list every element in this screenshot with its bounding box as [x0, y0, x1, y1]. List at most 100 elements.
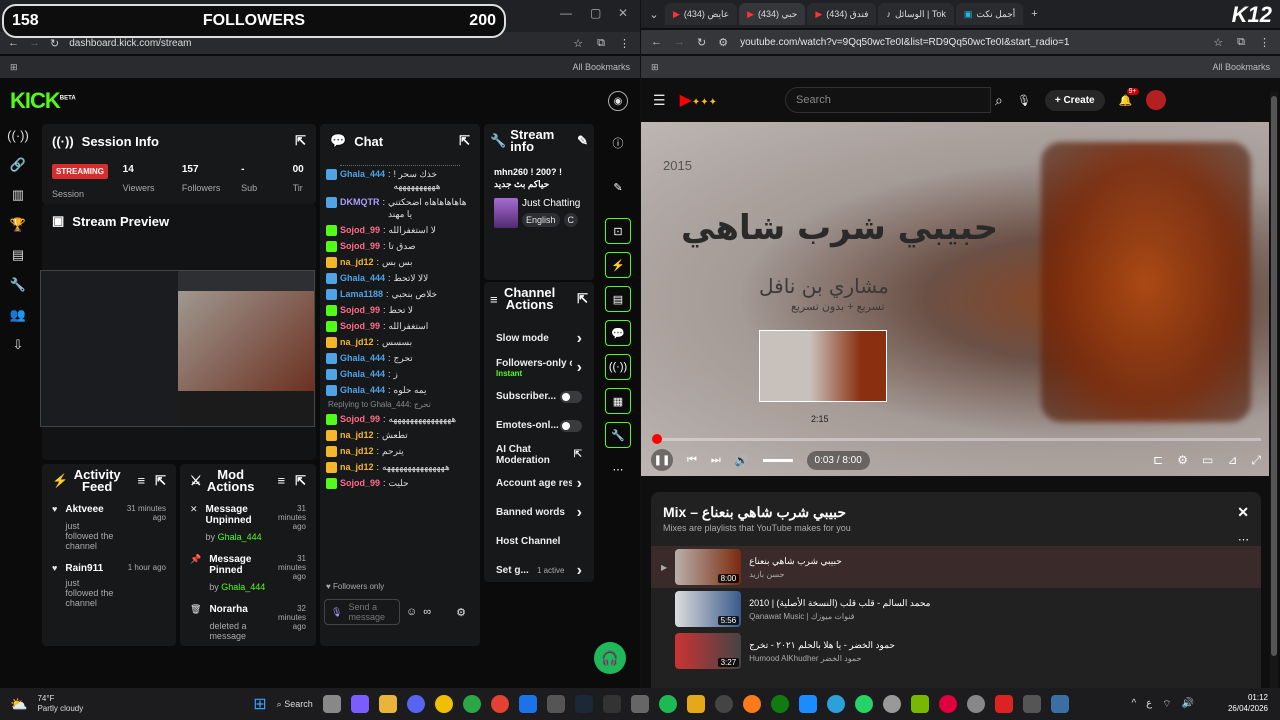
right-url[interactable]: youtube.com/watch?v=9Qq50wcTe0I&list=RD9… [740, 37, 1069, 48]
start-button[interactable]: ⊞ [253, 694, 266, 714]
channel-action-row[interactable]: Account age res › [484, 469, 594, 498]
popout-icon[interactable]: ⇱ [577, 291, 588, 307]
app-icon[interactable] [434, 695, 453, 713]
chat-username[interactable]: Ghala_444 [340, 352, 385, 364]
media-icon[interactable]: ▤ [12, 247, 24, 263]
menu-dots-icon[interactable]: ⋮ [1259, 36, 1270, 49]
playlist-item[interactable]: ▶ 8:00 حبيبي شرب شاهي بنعناع حسن بازيد [651, 546, 1261, 588]
share-icon[interactable]: ⋯ [605, 456, 631, 482]
browser-tab[interactable]: ▶ (434) فندق [807, 3, 877, 25]
obs-icon[interactable] [714, 695, 733, 713]
captions-icon[interactable]: ⊏ [1153, 453, 1163, 468]
chevron-right-icon[interactable]: › [577, 504, 582, 522]
menu-dots-icon[interactable]: ⋮ [619, 37, 630, 50]
apps-grid-icon[interactable]: ⊞ [10, 62, 18, 73]
close-window-button[interactable]: ✕ [618, 6, 628, 20]
spotify-icon[interactable] [658, 695, 677, 713]
edit-icon[interactable]: ✎ [577, 133, 588, 149]
channel-action-row[interactable]: Slow mode › [484, 324, 594, 353]
toggle-switch[interactable] [560, 419, 582, 432]
popout-icon[interactable]: ⇱ [459, 133, 470, 149]
mic-icon[interactable]: 🎙 [331, 607, 342, 618]
notifications-icon[interactable]: 🔔 9+ [1119, 87, 1139, 107]
channel-action-row[interactable]: Emotes-onl... [484, 411, 594, 440]
chat-username[interactable]: na_jd12 [340, 461, 374, 473]
reload-icon[interactable]: ↻ [697, 36, 706, 49]
chrome-icon[interactable] [490, 695, 509, 713]
link-icon[interactable]: 🔗 [10, 157, 26, 173]
app-icon[interactable] [630, 695, 649, 713]
channel-action-row[interactable]: Followers-only c Instant › [484, 353, 594, 382]
chat-username[interactable]: Ghala_444 [340, 272, 385, 284]
back-icon[interactable]: ← [651, 36, 662, 48]
network-icon[interactable]: ⌔ [1162, 698, 1171, 711]
nvidia-icon[interactable] [910, 695, 929, 713]
pause-button[interactable]: ❚❚ [651, 449, 673, 471]
site-info-icon[interactable]: ⚙ [718, 36, 728, 49]
channel-action-row[interactable]: Host Channel [484, 527, 594, 556]
playlist-item[interactable]: ▶ 5:56 محمد السالم - قلب قلب (النسخة الأ… [651, 588, 1261, 630]
app-icon[interactable] [1022, 695, 1041, 713]
new-tab-icon[interactable]: + [1031, 8, 1037, 20]
app-icon[interactable] [1050, 695, 1069, 713]
chevron-right-icon[interactable]: › [577, 562, 582, 580]
all-bookmarks[interactable]: All Bookmarks [1212, 62, 1270, 72]
chevron-right-icon[interactable]: › [577, 475, 582, 493]
channel-action-row[interactable]: Subscriber... [484, 382, 594, 411]
previous-button[interactable]: ⏮ [687, 454, 697, 467]
chat-username[interactable]: Sojod_99 [340, 320, 380, 332]
chat-username[interactable]: Sojod_99 [340, 304, 380, 316]
chat-username[interactable]: na_jd12 [340, 256, 374, 268]
miniplayer-icon[interactable]: ▭ [1202, 453, 1213, 468]
page-scrollbar[interactable] [1270, 92, 1278, 688]
copilot-icon[interactable] [350, 695, 369, 713]
app-icon[interactable] [882, 695, 901, 713]
search-icon[interactable]: ⌕ [995, 92, 1003, 109]
volume-icon[interactable]: 🔊 [735, 454, 749, 467]
kick-logo[interactable]: KICKBETA [10, 88, 76, 114]
account-avatar[interactable] [1146, 90, 1167, 110]
extensions-icon[interactable]: ⧉ [597, 37, 605, 50]
popout-icon[interactable]: ⇱ [295, 473, 306, 489]
info-icon[interactable]: ⓘ [605, 130, 631, 156]
scan-icon[interactable]: ⊡ [605, 218, 631, 244]
left-url[interactable]: dashboard.kick.com/stream [69, 38, 191, 49]
video-player[interactable]: 2015 حبيبي شرب شاهي مشاري بن نافل تسريع … [641, 122, 1269, 476]
headset-button[interactable]: 🎧 [594, 642, 626, 674]
filter-icon[interactable]: ≡ [138, 473, 146, 489]
chrome-icon[interactable] [462, 695, 481, 713]
telegram-icon[interactable] [826, 695, 845, 713]
app-icon[interactable] [798, 695, 817, 713]
chat-username[interactable]: Sojod_99 [340, 240, 380, 252]
taskbar-search[interactable]: ⌕ Search [277, 699, 313, 710]
chat-input[interactable]: 🎙 Send a message [324, 599, 400, 625]
settings-icon[interactable]: ⚙ [1177, 453, 1188, 468]
chat-bubble-icon[interactable]: 💬 [605, 320, 631, 346]
stack-icon[interactable]: ▦ [605, 388, 631, 414]
create-button[interactable]: + Create [1044, 89, 1105, 111]
broadcast-icon[interactable]: ((·)) [605, 354, 631, 380]
popout-icon[interactable]: ⇱ [155, 473, 166, 489]
emote-icon[interactable]: ☺ [406, 606, 417, 618]
bookmark-star-icon[interactable]: ☆ [1213, 36, 1223, 49]
download-icon[interactable]: ⇩ [13, 337, 24, 353]
xbox-icon[interactable] [770, 695, 789, 713]
chat-settings-icon[interactable]: ⚙ [456, 606, 466, 619]
steam-icon[interactable] [574, 695, 593, 713]
chevron-right-icon[interactable]: › [577, 359, 582, 377]
pencil-icon[interactable]: ✎ [605, 174, 631, 200]
mail-icon[interactable] [518, 695, 537, 713]
voice-search-icon[interactable]: 🎙 [1017, 94, 1031, 107]
minimize-button[interactable]: — [560, 6, 572, 20]
stream-icon[interactable]: ((·)) [7, 128, 29, 143]
app-icon[interactable] [994, 695, 1013, 713]
more-options-icon[interactable]: ⋯ [651, 533, 1261, 546]
chat-username[interactable]: na_jd12 [340, 429, 374, 441]
speaker-icon[interactable]: 🔊 [1182, 698, 1194, 711]
browser-tab[interactable]: ♪ الوسائل | Tok [878, 3, 954, 25]
chat-username[interactable]: na_jd12 [340, 336, 374, 348]
cast-icon[interactable]: ⊿ [1227, 453, 1237, 468]
maximize-button[interactable]: ▢ [590, 6, 601, 20]
forward-icon[interactable]: → [29, 37, 40, 49]
chat-username[interactable]: Ghala_444 [340, 384, 385, 396]
